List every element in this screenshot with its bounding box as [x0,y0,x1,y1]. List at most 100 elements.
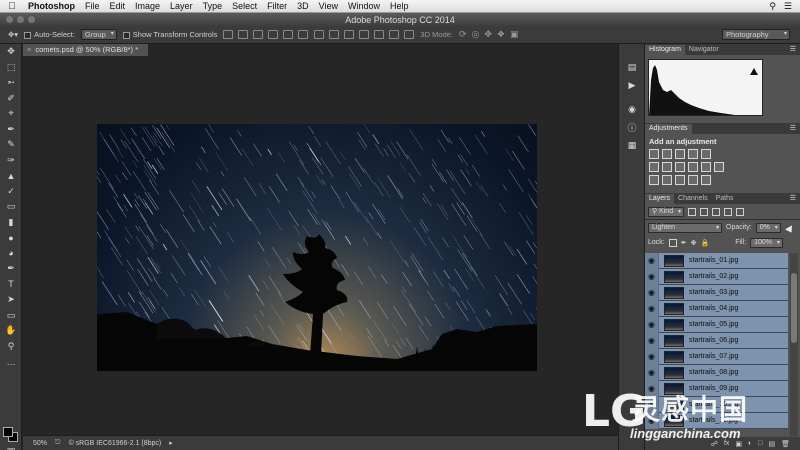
apple-icon[interactable]:  [0,1,24,12]
align-left-icon[interactable] [268,30,279,39]
layer-row[interactable]: ◉ startrails_03.jpg [645,284,788,301]
panel-menu-icon[interactable]: ☰ [790,45,796,53]
layers-menu-icon[interactable]: ☰ [790,194,796,202]
layer-row[interactable]: ◉ startrails_06.jpg [645,332,788,349]
canvas-area[interactable] [23,56,618,435]
zoom-window-button[interactable] [28,16,35,23]
close-document-icon[interactable]: × [27,45,31,54]
shape-tool-icon[interactable]: ▭ [0,308,22,324]
menu-help[interactable]: Help [385,1,414,11]
new-adjustment-icon[interactable]: ◐ [748,440,752,447]
properties-panel-icon[interactable]: ▦ [619,136,645,154]
tab-navigator[interactable]: Navigator [685,45,723,55]
zoom-tool-icon[interactable]: ⚲ [0,339,22,355]
new-group-icon[interactable]: □ [758,440,762,447]
distribute-top-icon[interactable] [314,30,325,39]
layer-row[interactable]: ◉ startrails_02.jpg [645,268,788,285]
lock-transparent-icon[interactable] [668,238,677,247]
path-select-tool-icon[interactable]: ➤ [0,292,22,308]
menu-app-photoshop[interactable]: Photoshop [24,1,80,11]
eye-icon[interactable]: ◉ [645,268,659,285]
layer-row[interactable]: ◉ startrails_05.jpg [645,316,788,333]
layer-row[interactable]: ◉ startrails_11.jpg [645,412,788,429]
lasso-tool-icon[interactable]: ➵ [0,75,22,91]
gradient-tool-icon[interactable]: ▮ [0,215,22,231]
brightness-contrast-icon[interactable] [649,149,659,159]
pen-tool-icon[interactable]: ✒ [0,261,22,277]
eye-icon[interactable]: ◉ [645,316,659,333]
tab-channels[interactable]: Channels [674,194,712,204]
distribute-left-icon[interactable] [359,30,370,39]
menu-image[interactable]: Image [130,1,165,11]
layer-row[interactable]: ◉ startrails_08.jpg [645,364,788,381]
move-tool-icon[interactable]: ✥▾ [8,30,18,39]
layer-row[interactable]: ◉ startrails_01.jpg [645,253,788,269]
crop-tool-icon[interactable]: ⌖ [0,106,22,122]
auto-select-dropdown[interactable]: Group [80,29,117,40]
layer-row[interactable]: ◉ startrails_07.jpg [645,348,788,365]
spotlight-icon[interactable]: ⚲ [769,1,776,12]
more-tools-icon[interactable]: … [0,354,22,370]
foreground-color-swatch[interactable] [3,427,13,437]
link-layers-icon[interactable]: ☍ [711,440,718,448]
posterize-icon[interactable] [662,175,672,185]
quick-select-tool-icon[interactable]: ✐ [0,91,22,107]
menu-3d[interactable]: 3D [292,1,314,11]
distribute-right-icon[interactable] [389,30,400,39]
minimize-window-button[interactable] [17,16,24,23]
eye-icon[interactable]: ◉ [645,253,659,269]
filter-smart-object-icon[interactable] [736,207,745,216]
align-top-icon[interactable] [223,30,234,39]
filter-shape-icon[interactable] [724,207,733,216]
gradient-map-icon[interactable] [688,175,698,185]
menu-layer[interactable]: Layer [165,1,198,11]
align-right-icon[interactable] [298,30,309,39]
lock-position-icon[interactable]: ✥ [691,239,697,247]
actions-panel-icon[interactable]: ▶ [619,76,645,94]
selective-color-icon[interactable] [701,175,711,185]
blend-mode-dropdown[interactable]: Lighten [648,222,722,233]
menu-select[interactable]: Select [227,1,262,11]
fill-field[interactable]: 100% [750,237,783,248]
history-panel-icon[interactable]: ▤ [619,58,645,76]
lock-image-icon[interactable]: ✒ [681,239,687,247]
eye-icon[interactable]: ◉ [645,364,659,381]
dodge-tool-icon[interactable]: ◕ [0,246,22,262]
layer-row[interactable]: ◉ startrails_10.jpg [645,396,788,413]
eye-icon[interactable]: ◉ [645,396,659,413]
workspace-dropdown[interactable]: Photography [722,29,790,40]
distribute-vcenter-icon[interactable] [329,30,340,39]
3d-roll-icon[interactable]: ◎ [471,29,479,40]
layer-style-icon[interactable]: fx [724,440,729,447]
threshold-icon[interactable] [675,175,685,185]
move-tool-icon[interactable]: ✥ [0,44,22,60]
color-lookup-icon[interactable] [714,162,724,172]
tab-layers[interactable]: Layers [645,194,675,204]
menu-edit[interactable]: Edit [105,1,131,11]
share-icon[interactable]: ⎋ [55,439,61,447]
menu-file[interactable]: File [80,1,105,11]
eye-icon[interactable]: ◉ [645,348,659,365]
clone-stamp-tool-icon[interactable]: ▲ [0,168,22,184]
3d-slide-icon[interactable]: ❖ [497,29,505,40]
curves-icon[interactable] [675,149,685,159]
menu-window[interactable]: Window [343,1,385,11]
photo-filter-icon[interactable] [688,162,698,172]
menu-type[interactable]: Type [198,1,228,11]
color-swatches[interactable] [3,427,19,443]
distribute-hcenter-icon[interactable] [374,30,385,39]
align-hcenter-icon[interactable] [283,30,294,39]
info-panel-icon[interactable]: ⓘ [619,118,645,136]
adjustments-menu-icon[interactable]: ☰ [790,124,796,132]
brush-presets-icon[interactable]: ◉ [619,100,645,118]
eraser-tool-icon[interactable]: ▭ [0,199,22,215]
eyedropper-tool-icon[interactable]: ✒ [0,122,22,138]
type-tool-icon[interactable]: T [0,277,22,293]
align-bottom-icon[interactable] [253,30,264,39]
color-balance-icon[interactable] [662,162,672,172]
healing-brush-tool-icon[interactable]: ✎ [0,137,22,153]
vibrance-icon[interactable] [701,149,711,159]
blur-tool-icon[interactable]: ● [0,230,22,246]
marquee-tool-icon[interactable]: ⬚ [0,60,22,76]
black-white-icon[interactable] [675,162,685,172]
